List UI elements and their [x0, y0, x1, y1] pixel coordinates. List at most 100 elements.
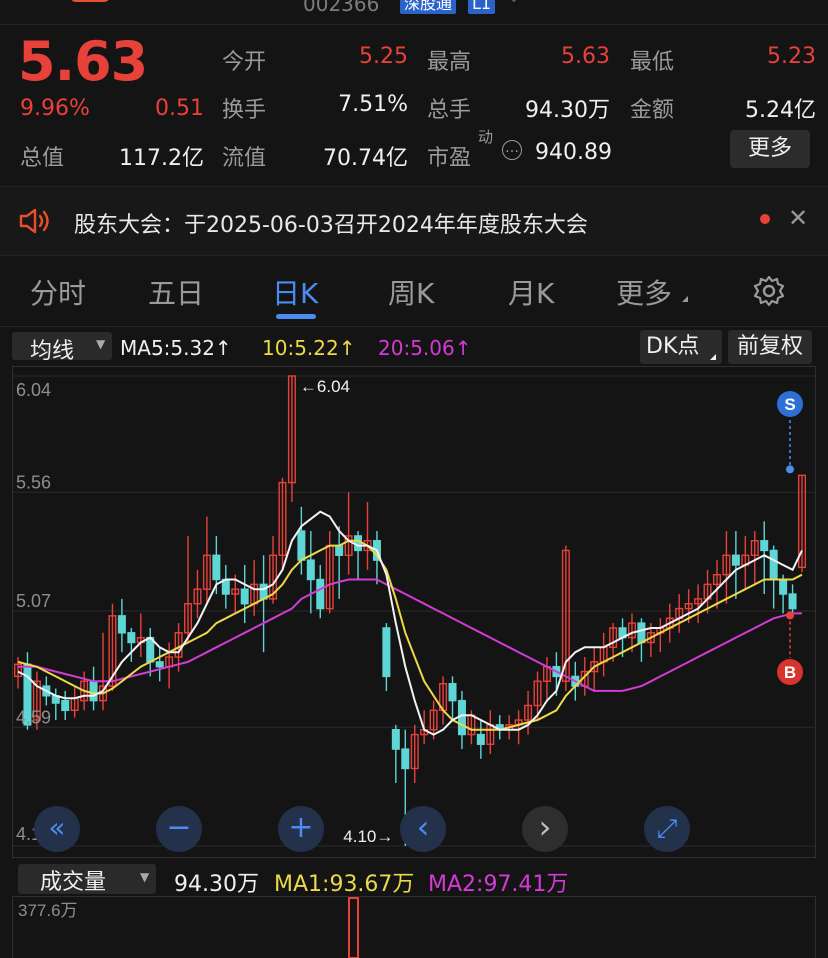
- y-tick-label: 5.07: [16, 591, 51, 611]
- prev-button[interactable]: ‹: [400, 806, 446, 852]
- y-tick-label: 4.59: [16, 707, 51, 727]
- stock-code: 002366: [303, 0, 380, 16]
- candle-down: [316, 578, 325, 610]
- candle-down: [297, 530, 306, 561]
- candle-down: [117, 615, 126, 634]
- volume-frame: [12, 896, 816, 958]
- tag-level: L1: [468, 0, 496, 14]
- zoom-out-button[interactable]: −: [156, 806, 202, 852]
- ma20-value: 20:5.06↑: [378, 336, 472, 360]
- tab-weekly-k[interactable]: 周K: [388, 272, 434, 312]
- turnover-value: 7.51%: [338, 92, 408, 117]
- current-price: 5.63: [18, 30, 148, 93]
- app-logo-icon: [70, 0, 110, 2]
- change-amount: 0.51: [155, 96, 204, 121]
- chevron-down-icon: ▼: [96, 337, 106, 351]
- volume-ma2: MA2:97.41万: [428, 872, 569, 897]
- change-percent: 9.96%: [20, 96, 90, 121]
- open-label: 今开: [222, 50, 267, 75]
- top-status-strip: 002366 深股通 L1 ⌄: [0, 0, 828, 25]
- close-icon[interactable]: ✕: [788, 204, 808, 232]
- next-button[interactable]: ›: [522, 806, 568, 852]
- y-tick-label: 6.04: [16, 380, 51, 400]
- tab-five-day[interactable]: 五日: [148, 272, 204, 312]
- candle-down: [769, 549, 778, 581]
- candle-down: [637, 622, 646, 644]
- float-value: 70.74亿: [323, 146, 408, 171]
- tab-daily-k[interactable]: 日K: [272, 272, 318, 312]
- more-quote-button[interactable]: 更多: [730, 130, 810, 168]
- pe-label: 市盈: [427, 146, 472, 171]
- candle-down: [760, 540, 769, 552]
- dk-point-label: DK点: [646, 334, 700, 359]
- tab-more[interactable]: 更多: [616, 272, 672, 312]
- tab-monthly-k[interactable]: 月K: [508, 272, 554, 312]
- candle-down: [89, 680, 98, 702]
- candle-down: [779, 578, 788, 595]
- candle-down: [335, 544, 344, 556]
- ma10-value: 10:5.22↑: [262, 336, 356, 360]
- volume-select-label: 成交量: [40, 870, 107, 895]
- notice-bar[interactable]: 股东大会：于2025-06-03召开2024年年度股东大会: [0, 186, 828, 256]
- candle-down: [401, 748, 410, 770]
- candle-down: [448, 682, 457, 702]
- fast-back-button[interactable]: «: [34, 806, 80, 852]
- candle-down: [212, 554, 221, 581]
- pe-superscript: 动: [478, 128, 494, 146]
- total-value-label: 总值: [20, 146, 65, 171]
- total-value: 117.2亿: [119, 146, 204, 171]
- low-value: 5.23: [767, 44, 816, 69]
- ma5-value: MA5:5.32↑: [120, 336, 232, 360]
- low-label: 最低: [630, 50, 675, 75]
- zoom-in-button[interactable]: +: [278, 806, 324, 852]
- chevron-down-icon: ▼: [140, 870, 150, 884]
- high-label: 最高: [427, 50, 472, 75]
- info-icon[interactable]: …: [502, 140, 522, 160]
- volume-current: 94.30万: [174, 872, 259, 897]
- y-tick-label: 5.56: [16, 472, 51, 492]
- float-value-label: 流值: [222, 146, 267, 171]
- candle-down: [391, 729, 400, 750]
- speaker-icon: [19, 208, 49, 234]
- corner-caret-icon: [710, 354, 716, 360]
- sell-signal-dot: [786, 465, 794, 474]
- volume-ma1: MA1:93.67万: [274, 872, 415, 897]
- adjust-button[interactable]: 前复权: [728, 330, 812, 364]
- kline-chart[interactable]: 6.045.565.074.594.10 ←6.044.10→SB: [12, 366, 816, 858]
- tab-intraday[interactable]: 分时: [30, 272, 86, 312]
- buy-signal-label: B: [784, 663, 796, 682]
- ma-select-label: 均线: [30, 339, 75, 364]
- unread-dot: [760, 214, 770, 224]
- candle-down: [240, 588, 249, 605]
- candle-down: [457, 699, 466, 736]
- turnover-label: 换手: [222, 98, 267, 123]
- gear-icon[interactable]: [752, 274, 786, 308]
- candle-down: [155, 661, 164, 668]
- corner-caret-icon: [682, 296, 688, 302]
- high-marker-label: ←6.04: [300, 377, 350, 396]
- pe-value: 940.89: [535, 140, 612, 165]
- amount-label: 金额: [630, 98, 675, 123]
- candle-down: [788, 593, 797, 610]
- candle-down: [61, 699, 70, 712]
- expand-button[interactable]: ⤢: [644, 806, 690, 852]
- open-value: 5.25: [359, 44, 408, 69]
- candle-down: [731, 554, 740, 566]
- active-tab-indicator: [276, 314, 316, 319]
- chevron-down-icon[interactable]: ⌄: [508, 0, 520, 6]
- candle-down: [354, 535, 363, 552]
- volume-chart[interactable]: 377.6万: [12, 896, 816, 958]
- chart-frame: [12, 366, 816, 858]
- divider: [0, 326, 828, 327]
- volume-value: 94.30万: [525, 98, 610, 123]
- notice-text: 股东大会：于2025-06-03召开2024年年度股东大会: [74, 213, 588, 238]
- candle-down: [306, 559, 315, 581]
- tag-connect: 深股通: [400, 0, 457, 14]
- candle-down: [127, 632, 136, 644]
- volume-y-top-label: 377.6万: [18, 901, 78, 920]
- candle-down: [382, 627, 391, 678]
- volume-label: 总手: [427, 98, 472, 123]
- sell-signal-label: S: [784, 395, 795, 414]
- high-value: 5.63: [561, 44, 610, 69]
- candle-down: [476, 733, 485, 745]
